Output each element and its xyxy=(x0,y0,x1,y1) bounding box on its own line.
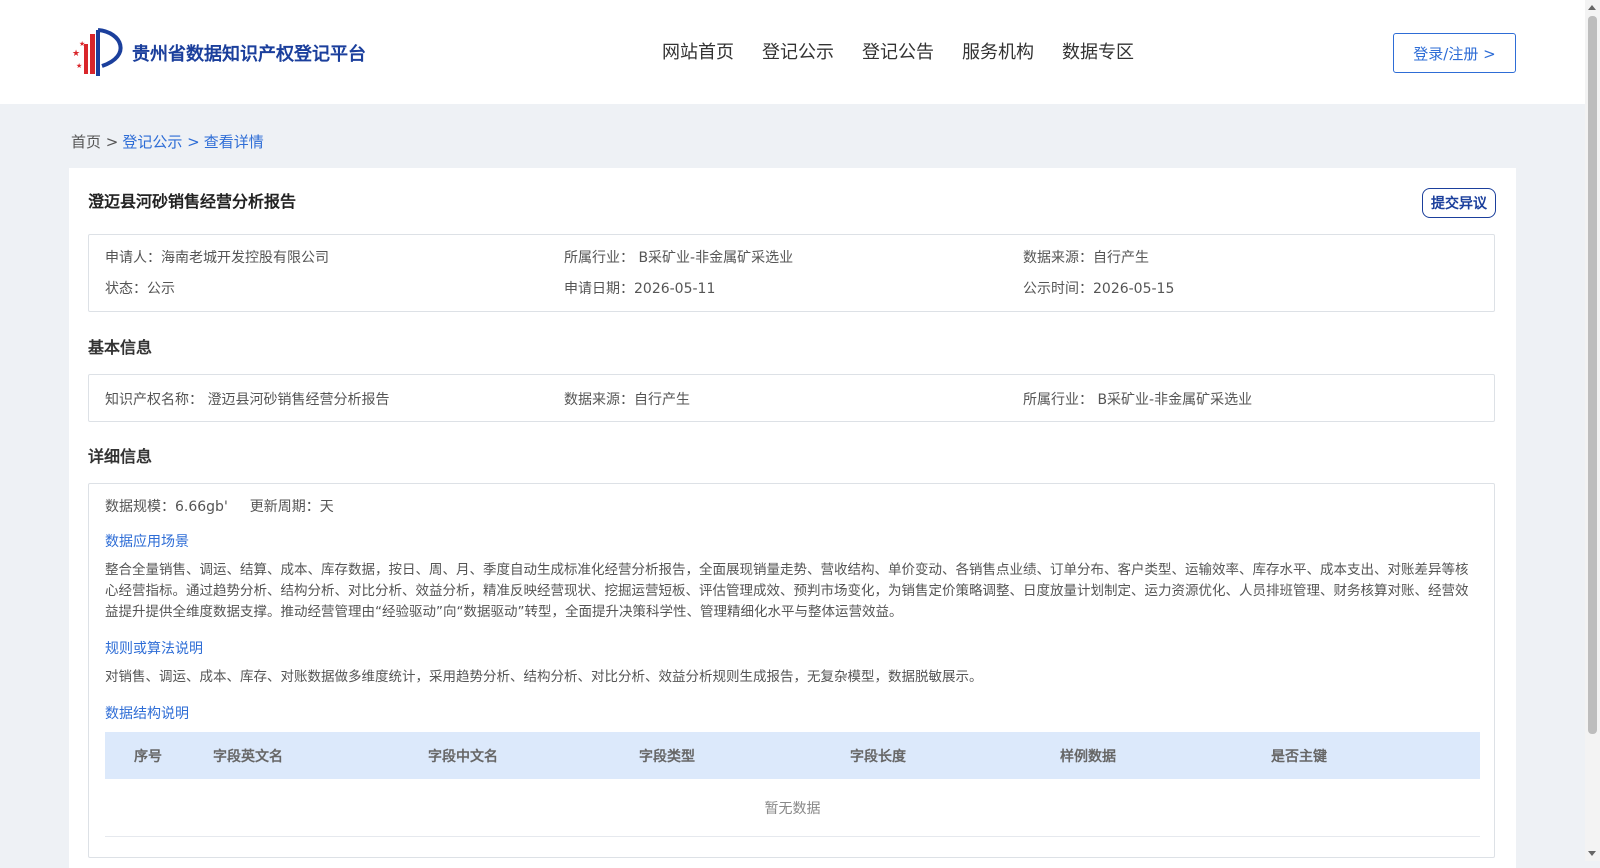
site-name: 贵州省数据知识产权登记平台 xyxy=(132,44,366,65)
top-header: ★ ★ ★ 贵州省数据知识产权登记平台 网站首页 登记公示 登记公告 服务机构 … xyxy=(0,0,1585,104)
col-field-length: 字段长度 xyxy=(850,748,906,765)
svg-text:★: ★ xyxy=(72,49,80,59)
basic-info-panel: 知识产权名称： 澄迈县河砂销售经营分析报告 数据来源：自行产生 所属行业： B采… xyxy=(88,374,1495,422)
algorithm-text: 对销售、调运、成本、库存、对账数据做多维度统计，采用趋势分析、结构分析、对比分析… xyxy=(105,669,983,685)
nav-item-home[interactable]: 网站首页 xyxy=(662,38,734,64)
table-header: 序号 字段英文名 字段中文名 字段类型 字段长度 样例数据 是否主键 xyxy=(105,732,1480,779)
detail-card: 澄迈县河砂销售经营分析报告 提交异议 申请人：海南老城开发控股有限公司 所属行业… xyxy=(69,168,1516,868)
col-sample: 样例数据 xyxy=(1060,748,1116,765)
breadcrumb: 首页 > 登记公示 > 查看详情 xyxy=(71,131,264,152)
detail-info-panel: 数据规模：6.66gb' 更新周期：天 数据应用场景 整合全量销售、调运、结算、… xyxy=(88,483,1495,858)
svg-text:★: ★ xyxy=(76,62,82,70)
detail-info-heading: 详细信息 xyxy=(88,447,153,466)
scroll-down-icon[interactable] xyxy=(1588,851,1596,856)
breadcrumb-home[interactable]: 首页 > xyxy=(71,131,118,152)
apply-date: 申请日期：2026-05-11 xyxy=(564,281,716,297)
basic-industry: 所属行业： B采矿业-非金属矿采选业 xyxy=(1023,392,1253,408)
industry: 所属行业： B采矿业-非金属矿采选业 xyxy=(564,250,794,266)
nav-item-agencies[interactable]: 服务机构 xyxy=(962,38,1034,64)
logo-emblem-icon: ★ ★ ★ xyxy=(72,28,123,76)
structure-title: 数据结构说明 xyxy=(105,706,189,722)
scenario-title: 数据应用场景 xyxy=(105,534,189,550)
login-register-button[interactable]: 登录/注册 > xyxy=(1393,33,1516,73)
publish-time: 公示时间：2026-05-15 xyxy=(1023,281,1175,297)
col-primary-key: 是否主键 xyxy=(1271,748,1327,765)
main-nav: 网站首页 登记公示 登记公告 服务机构 数据专区 xyxy=(662,38,1134,64)
algorithm-title: 规则或算法说明 xyxy=(105,641,203,657)
scroll-up-icon[interactable] xyxy=(1588,5,1596,10)
basic-data-source: 数据来源：自行产生 xyxy=(564,392,690,408)
summary-panel: 申请人：海南老城开发控股有限公司 所属行业： B采矿业-非金属矿采选业 数据来源… xyxy=(88,234,1495,312)
update-cycle: 更新周期：天 xyxy=(249,499,334,515)
submit-objection-button[interactable]: 提交异议 xyxy=(1422,188,1496,218)
structure-table: 序号 字段英文名 字段中文名 字段类型 字段长度 样例数据 是否主键 暂无数据 xyxy=(105,732,1480,837)
nav-item-announcement[interactable]: 登记公告 xyxy=(862,38,934,64)
nav-item-publicity[interactable]: 登记公示 xyxy=(762,38,834,64)
empty-text: 暂无数据 xyxy=(764,800,821,817)
data-source: 数据来源：自行产生 xyxy=(1023,250,1149,266)
page-scrollbar[interactable] xyxy=(1585,0,1600,861)
breadcrumb-current: 查看详情 xyxy=(203,133,264,151)
svg-text:★: ★ xyxy=(79,40,85,48)
page-title: 澄迈县河砂销售经营分析报告 xyxy=(88,192,297,211)
table-empty-row: 暂无数据 xyxy=(105,779,1480,837)
col-field-cn: 字段中文名 xyxy=(428,748,498,765)
applicant: 申请人：海南老城开发控股有限公司 xyxy=(105,250,329,266)
col-field-en: 字段英文名 xyxy=(213,748,283,765)
ip-name: 知识产权名称： 澄迈县河砂销售经营分析报告 xyxy=(105,392,390,408)
site-logo[interactable]: ★ ★ ★ 贵州省数据知识产权登记平台 xyxy=(70,26,366,80)
breadcrumb-publicity[interactable]: 登记公示 > xyxy=(122,131,199,152)
data-scale: 数据规模：6.66gb' xyxy=(105,499,228,515)
nav-item-data-zone[interactable]: 数据专区 xyxy=(1062,38,1134,64)
scroll-thumb[interactable] xyxy=(1588,16,1597,734)
col-field-type: 字段类型 xyxy=(639,748,695,765)
basic-info-heading: 基本信息 xyxy=(88,338,153,357)
status: 状态：公示 xyxy=(105,281,175,297)
col-index: 序号 xyxy=(134,748,162,765)
scenario-text: 整合全量销售、调运、结算、成本、库存数据，按日、周、月、季度自动生成标准化经营分… xyxy=(105,562,1469,620)
